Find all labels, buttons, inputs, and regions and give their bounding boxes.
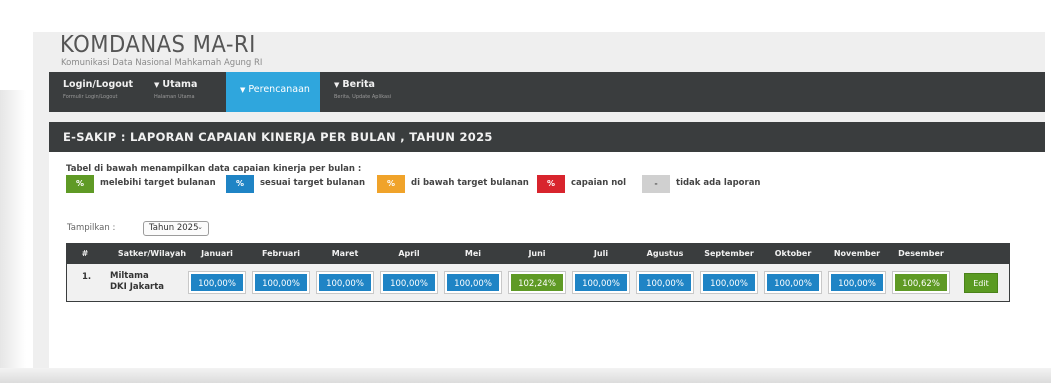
year-select[interactable]: Tahun 2025 ⌄ <box>143 221 209 236</box>
column-header: Februari <box>261 249 301 258</box>
legend-item-on-target: % sesuai target bulanan <box>226 175 366 193</box>
legend-item-no-report: - tidak ada laporan <box>642 175 772 193</box>
column-header: Satker/Wilayah <box>117 249 187 258</box>
satker-region: DKI Jakarta <box>110 282 165 292</box>
column-header: Juni <box>528 249 546 258</box>
column-header: April <box>398 249 420 258</box>
filter-label: Tampilkan : <box>67 223 116 233</box>
performance-table: # Satker/Wilayah Januari Februari Maret … <box>66 243 1010 302</box>
nav-label: Login/Logout <box>63 79 134 90</box>
screenshot-frame: KOMDANAS MA-RI Komunikasi Data Nasional … <box>0 0 1051 383</box>
chevron-down-icon: ⌄ <box>197 223 203 231</box>
legend-label: sesuai target bulanan <box>260 178 366 188</box>
legend-swatch-blue: % <box>226 175 254 193</box>
month-value-april[interactable]: 100,00% <box>380 271 438 294</box>
legend: % melebihi target bulanan % sesuai targe… <box>66 175 1046 193</box>
column-header: Maret <box>331 249 359 258</box>
nav-item-berita[interactable]: ▼ Berita Berita, Update Aplikasi <box>320 72 430 112</box>
legend-item-above-target: % melebihi target bulanan <box>66 175 216 193</box>
table-row: 1. Miltama DKI Jakarta 100,00% 100,00% 1… <box>67 264 1009 301</box>
frame-shadow <box>0 90 26 383</box>
column-header: September <box>704 249 754 258</box>
caret-down-icon: ▼ <box>154 81 160 89</box>
legend-label: capaian nol <box>571 178 627 188</box>
legend-label: tidak ada laporan <box>676 178 761 188</box>
site-title: KOMDANAS MA-RI <box>60 32 256 58</box>
month-value-november[interactable]: 100,00% <box>828 271 886 294</box>
legend-item-zero: % capaian nol <box>537 175 637 193</box>
content-panel: E-SAKIP : LAPORAN CAPAIAN KINERJA PER BU… <box>49 122 1045 368</box>
caret-down-icon: ▼ <box>240 86 246 94</box>
edit-button[interactable]: Edit <box>964 273 998 293</box>
month-value-september[interactable]: 100,00% <box>700 271 758 294</box>
satker-cell: Miltama DKI Jakarta <box>110 271 164 293</box>
row-number: 1. <box>82 272 92 282</box>
caret-down-icon: ▼ <box>334 81 340 89</box>
legend-label: di bawah target bulanan <box>411 178 529 188</box>
nav-sublabel: Berita, Update Aplikasi <box>334 94 392 100</box>
column-header: November <box>833 249 881 258</box>
table-description: Tabel di bawah menampilkan data capaian … <box>66 164 362 174</box>
month-value-oktober[interactable]: 100,00% <box>764 271 822 294</box>
site-subtitle: Komunikasi Data Nasional Mahkamah Agung … <box>61 58 263 68</box>
column-header: Agustus <box>646 249 684 258</box>
nav-item-perencanaan[interactable]: ▼ Perencanaan <box>226 72 320 112</box>
nav-label: ▼ Berita <box>334 79 375 90</box>
column-header: Juli <box>593 249 609 258</box>
year-select-value: Tahun 2025 <box>149 223 199 233</box>
column-header: Desember <box>898 249 944 258</box>
table-header: # Satker/Wilayah Januari Februari Maret … <box>67 244 1009 264</box>
main-navbar: Login/Logout Formulir Login/Logout ▼ Utam… <box>49 72 1045 112</box>
filter-row: Tampilkan : Tahun 2025 ⌄ <box>67 221 209 236</box>
site-header: KOMDANAS MA-RI Komunikasi Data Nasional … <box>60 32 460 72</box>
legend-swatch-orange: % <box>377 175 405 193</box>
month-value-mei[interactable]: 100,00% <box>444 271 502 294</box>
legend-item-below-target: % di bawah target bulanan <box>377 175 537 193</box>
column-header: # <box>81 249 89 258</box>
column-header: Oktober <box>774 249 812 258</box>
page: KOMDANAS MA-RI Komunikasi Data Nasional … <box>33 32 1045 368</box>
legend-label: melebihi target bulanan <box>100 178 216 188</box>
nav-label: ▼ Perencanaan <box>240 84 310 95</box>
nav-item-utama[interactable]: ▼ Utama Halaman Utama <box>140 72 226 112</box>
satker-name: Miltama <box>110 271 149 281</box>
month-value-maret[interactable]: 100,00% <box>316 271 374 294</box>
legend-swatch-gray: - <box>642 175 670 193</box>
month-value-februari[interactable]: 100,00% <box>252 271 310 294</box>
page-title: E-SAKIP : LAPORAN CAPAIAN KINERJA PER BU… <box>49 122 1045 152</box>
month-value-juni[interactable]: 102,24% <box>508 271 566 294</box>
legend-swatch-red: % <box>537 175 565 193</box>
nav-sublabel: Formulir Login/Logout <box>63 94 118 100</box>
legend-swatch-green: % <box>66 175 94 193</box>
month-value-juli[interactable]: 100,00% <box>572 271 630 294</box>
nav-label: ▼ Utama <box>154 79 198 90</box>
column-header: Mei <box>464 249 482 258</box>
nav-sublabel: Halaman Utama <box>154 94 195 100</box>
month-value-januari[interactable]: 100,00% <box>188 271 246 294</box>
column-header: Januari <box>201 249 233 258</box>
nav-item-login-logout[interactable]: Login/Logout Formulir Login/Logout <box>49 72 140 112</box>
month-value-agustus[interactable]: 100,00% <box>636 271 694 294</box>
month-value-desember[interactable]: 100,62% <box>892 271 950 294</box>
frame-bottom-edge <box>0 368 1051 383</box>
